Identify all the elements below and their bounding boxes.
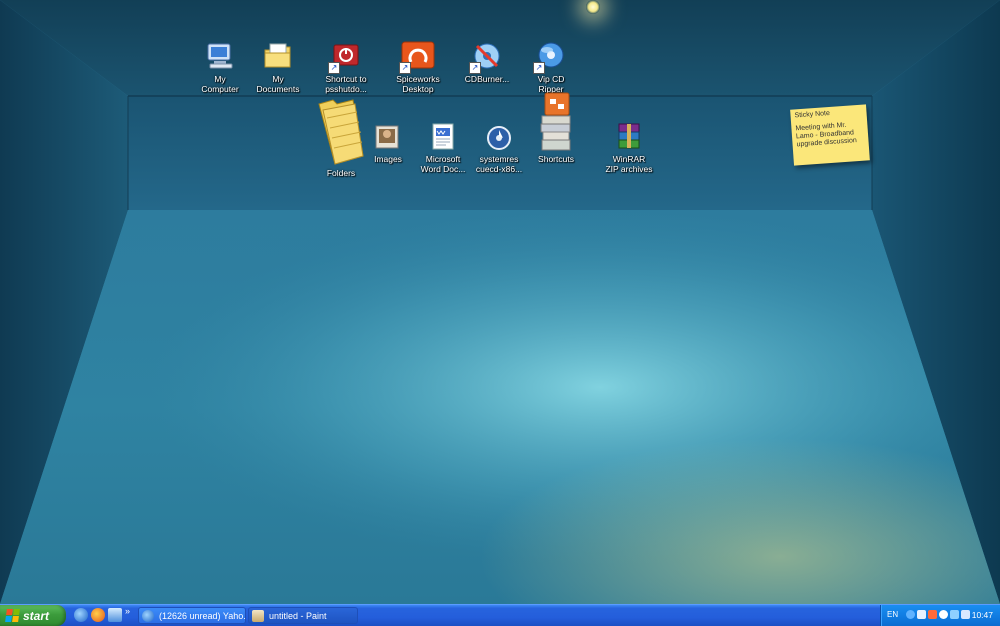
shortcut-arrow-icon: ↗: [533, 62, 545, 74]
desktop-icon-psshutdown-shortcut[interactable]: ↗ Shortcut to psshutdo...: [309, 40, 383, 94]
desktop-icon-spiceworks[interactable]: ↗ Spiceworks Desktop: [381, 40, 455, 94]
desktop-icon-label: Shortcuts: [538, 154, 574, 164]
taskbar-button-paint[interactable]: untitled - Paint: [248, 607, 358, 624]
desktop-icon-label: WinRAR ZIP archives: [605, 154, 653, 174]
shortcut-arrow-icon: ↗: [328, 62, 340, 74]
taskbar: start » (12626 unread) Yaho... untitled …: [0, 604, 1000, 626]
desktop-icon-winrar[interactable]: WinRAR ZIP archives: [592, 120, 666, 174]
tray-app-icon[interactable]: [939, 610, 948, 619]
desktop-icon-label: Spiceworks Desktop: [396, 74, 440, 94]
paint-icon: [252, 609, 264, 622]
tray-app-icon[interactable]: [917, 610, 926, 619]
show-desktop-icon[interactable]: [108, 608, 122, 622]
room-wallpaper: [0, 0, 1000, 604]
taskbar-button-label: (12626 unread) Yaho...: [159, 610, 246, 621]
psshutdown-icon: ↗: [328, 40, 362, 74]
desktop-icon-label: Shortcut to psshutdo...: [325, 74, 367, 94]
taskbar-button-label: untitled - Paint: [269, 610, 327, 621]
windows-logo-icon: [5, 609, 20, 622]
my-computer-icon: [204, 40, 236, 72]
sticky-note-title: Sticky Note: [794, 109, 831, 120]
shortcut-arrow-icon: ↗: [469, 62, 481, 74]
shortcut-arrow-icon: ↗: [399, 62, 411, 74]
winrar-archive-icon: [613, 120, 645, 152]
desktop-icon-shortcuts[interactable]: Shortcuts: [519, 92, 593, 164]
firefox-icon[interactable]: [91, 608, 105, 622]
ceiling-light: [586, 0, 600, 14]
language-indicator[interactable]: EN: [887, 610, 898, 619]
quick-launch-overflow[interactable]: »: [125, 606, 130, 616]
desktop-icon-label: Folders: [326, 168, 356, 178]
sticky-note[interactable]: Sticky Note Meeting with Mr. Lamo - Broa…: [790, 104, 870, 166]
desktop-icon-label: My Documents: [256, 74, 300, 94]
sticky-note-body: Meeting with Mr. Lamo - Broadband upgrad…: [795, 121, 858, 149]
vip-cd-ripper-icon: ↗: [533, 40, 567, 74]
my-documents-icon: [262, 40, 294, 72]
spiceworks-icon: ↗: [399, 40, 435, 74]
desktop-icon-label: CDBurner...: [464, 74, 510, 84]
desktop-icon-my-documents[interactable]: My Documents: [241, 40, 315, 94]
images-folder-icon: [372, 120, 404, 152]
taskbar-button-yahoo-mail[interactable]: (12626 unread) Yaho...: [138, 607, 246, 624]
internet-explorer-icon: [142, 609, 154, 622]
desktop-icon-vip-cd-ripper[interactable]: ↗ Vip CD Ripper: [514, 40, 588, 94]
word-document-icon: [427, 120, 459, 152]
system-tray: EN 10:47: [880, 605, 1000, 626]
clock[interactable]: 10:47: [972, 610, 993, 620]
desktop: My Computer My Documents ↗ Shortcut to p…: [0, 0, 1000, 604]
shortcut-stack-icon: [537, 92, 575, 152]
volume-icon[interactable]: [950, 610, 959, 619]
tray-app-icon[interactable]: [961, 610, 970, 619]
tray-app-icon[interactable]: [928, 610, 937, 619]
cdburner-icon: ↗: [469, 40, 503, 74]
start-label: start: [23, 608, 50, 623]
network-icon[interactable]: [906, 610, 915, 619]
internet-explorer-icon[interactable]: [74, 608, 88, 622]
start-button[interactable]: start: [0, 605, 66, 626]
desktop-icon-cdburner[interactable]: ↗ CDBurner...: [450, 40, 524, 84]
disc-image-icon: [483, 124, 515, 152]
desktop-icon-label: Vip CD Ripper: [537, 74, 565, 94]
